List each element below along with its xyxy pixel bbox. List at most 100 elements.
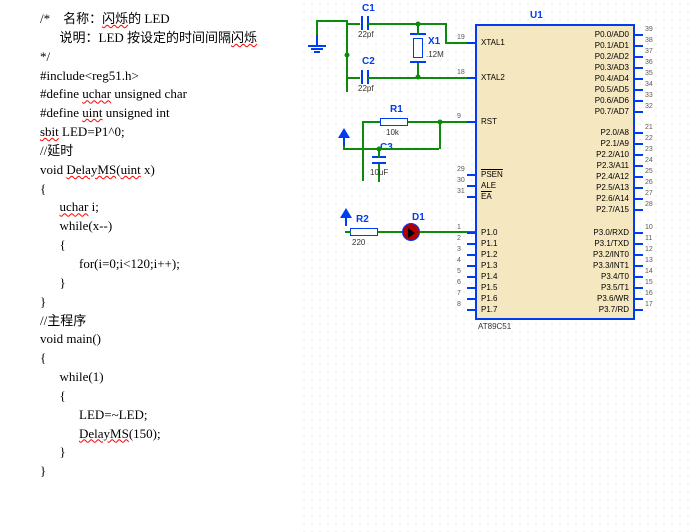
pin-label: P2.7/A15 bbox=[596, 205, 629, 214]
pin-number: 16 bbox=[645, 290, 653, 297]
pin-label: P3.7/RD bbox=[599, 305, 629, 314]
resistor-r1 bbox=[380, 118, 408, 126]
pin-tick bbox=[635, 78, 643, 80]
pin-label: XTAL2 bbox=[481, 73, 505, 82]
pin-tick bbox=[467, 196, 475, 198]
pin-label: EA bbox=[481, 192, 492, 201]
pin-tick bbox=[635, 298, 643, 300]
junction-node bbox=[345, 53, 350, 58]
pin-number: 36 bbox=[645, 59, 653, 66]
pin-label: P0.6/AD6 bbox=[595, 96, 629, 105]
pin-number: 37 bbox=[645, 48, 653, 55]
pin-number: 12 bbox=[645, 246, 653, 253]
pin-label: P1.5 bbox=[481, 283, 497, 292]
wire bbox=[378, 148, 439, 150]
pin-number: 1 bbox=[457, 224, 461, 231]
value-c3: 10uF bbox=[370, 168, 388, 177]
pin-tick bbox=[467, 77, 475, 79]
pin-tick bbox=[635, 309, 643, 311]
pin-label: P1.0 bbox=[481, 228, 497, 237]
pin-tick bbox=[467, 309, 475, 311]
pin-tick bbox=[635, 100, 643, 102]
pin-label: RST bbox=[481, 117, 497, 126]
pin-label: P3.5/T1 bbox=[601, 283, 629, 292]
crystal-x1 bbox=[410, 33, 426, 63]
pin-label: P3.3/INT1 bbox=[593, 261, 629, 270]
pin-label: P0.2/AD2 bbox=[595, 52, 629, 61]
pin-number: 39 bbox=[645, 26, 653, 33]
refdes-c2: C2 bbox=[362, 56, 375, 67]
pin-number: 9 bbox=[457, 113, 461, 120]
wire bbox=[316, 20, 318, 35]
pin-label: P2.0/A8 bbox=[601, 128, 629, 137]
pin-number: 28 bbox=[645, 201, 653, 208]
pin-tick bbox=[467, 232, 475, 234]
pin-label: P3.2/INT0 bbox=[593, 250, 629, 259]
pin-number: 4 bbox=[457, 257, 461, 264]
pin-number: 2 bbox=[457, 235, 461, 242]
wire bbox=[316, 20, 348, 22]
pin-tick bbox=[635, 132, 643, 134]
pin-tick bbox=[635, 165, 643, 167]
value-r2: 220 bbox=[352, 238, 365, 247]
pin-label: P2.4/A12 bbox=[596, 172, 629, 181]
refdes-r1: R1 bbox=[390, 104, 403, 115]
wire bbox=[362, 121, 364, 181]
refdes-u1: U1 bbox=[530, 10, 543, 21]
pin-label: P1.2 bbox=[481, 250, 497, 259]
wire bbox=[362, 121, 380, 123]
pin-label: P3.6/WR bbox=[597, 294, 629, 303]
pin-tick bbox=[635, 45, 643, 47]
pin-number: 24 bbox=[645, 157, 653, 164]
pin-label: XTAL1 bbox=[481, 38, 505, 47]
pin-label: P1.4 bbox=[481, 272, 497, 281]
pin-label: P3.1/TXD bbox=[594, 239, 629, 248]
pin-number: 21 bbox=[645, 124, 653, 131]
pin-label: P1.1 bbox=[481, 239, 497, 248]
pin-tick bbox=[467, 42, 475, 44]
pin-number: 30 bbox=[457, 177, 465, 184]
value-c2: 22pf bbox=[358, 84, 374, 93]
wire bbox=[417, 23, 445, 25]
pin-tick bbox=[635, 265, 643, 267]
pin-number: 10 bbox=[645, 224, 653, 231]
pin-label: P3.4/T0 bbox=[601, 272, 629, 281]
pin-label: P0.5/AD5 bbox=[595, 85, 629, 94]
pin-number: 26 bbox=[645, 179, 653, 186]
pin-tick bbox=[635, 34, 643, 36]
pin-label: P0.1/AD1 bbox=[595, 41, 629, 50]
pin-tick bbox=[635, 198, 643, 200]
pin-number: 19 bbox=[457, 34, 465, 41]
pin-tick bbox=[467, 265, 475, 267]
pin-label: P0.7/AD7 bbox=[595, 107, 629, 116]
pin-tick bbox=[635, 111, 643, 113]
pin-number: 8 bbox=[457, 301, 461, 308]
pin-tick bbox=[467, 185, 475, 187]
wire bbox=[343, 138, 345, 146]
led-d1 bbox=[402, 223, 420, 241]
wire bbox=[368, 23, 418, 25]
wire bbox=[343, 148, 379, 150]
refdes-d1: D1 bbox=[412, 212, 425, 223]
partname-u1: AT89C51 bbox=[478, 322, 511, 331]
value-x1: .12M bbox=[426, 50, 444, 59]
pin-tick bbox=[635, 56, 643, 58]
pin-number: 32 bbox=[645, 103, 653, 110]
pin-label: P2.3/A11 bbox=[597, 161, 629, 170]
pin-tick bbox=[635, 89, 643, 91]
pin-number: 14 bbox=[645, 268, 653, 275]
pin-tick bbox=[635, 243, 643, 245]
code-panel: /* 名称：闪烁的 LED 说明：LED 按设定的时间间隔闪烁*/#includ… bbox=[0, 0, 300, 532]
pin-number: 5 bbox=[457, 268, 461, 275]
pin-label: P1.6 bbox=[481, 294, 497, 303]
pin-number: 6 bbox=[457, 279, 461, 286]
pin-tick bbox=[635, 143, 643, 145]
pin-tick bbox=[467, 254, 475, 256]
value-r1: 10k bbox=[386, 128, 399, 137]
pin-number: 17 bbox=[645, 301, 653, 308]
pin-number: 23 bbox=[645, 146, 653, 153]
pin-number: 38 bbox=[645, 37, 653, 44]
pin-tick bbox=[635, 209, 643, 211]
wire bbox=[346, 23, 360, 25]
refdes-r2: R2 bbox=[356, 214, 369, 225]
